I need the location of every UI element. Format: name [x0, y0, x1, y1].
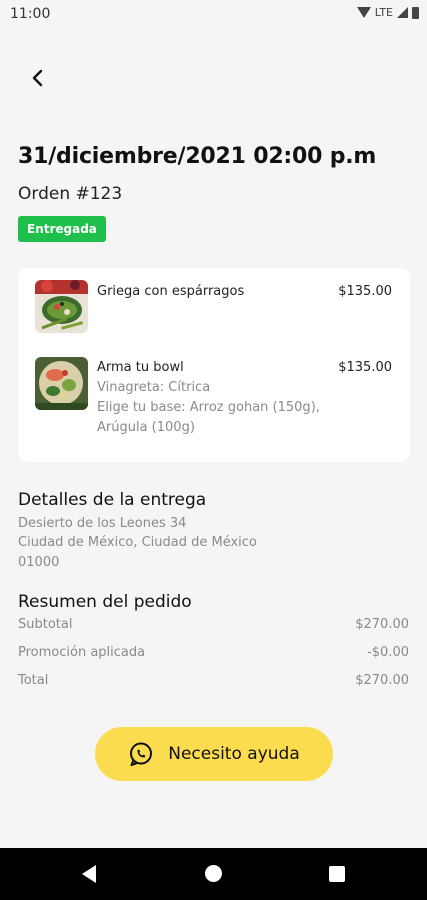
navigation-bar: [0, 848, 427, 900]
status-badge: Entregada: [18, 216, 106, 242]
status-time: 11:00: [10, 6, 51, 22]
nav-recents-icon[interactable]: [329, 866, 345, 882]
status-icons: LTE: [356, 6, 419, 19]
total-label: Total: [18, 673, 49, 688]
item-price: $135.00: [338, 284, 392, 299]
network-label: LTE: [374, 6, 393, 19]
item-name: Arma tu bowl: [97, 360, 184, 375]
subtotal-value: $270.00: [355, 617, 409, 632]
salad-image: [35, 280, 88, 333]
promotion-label: Promoción aplicada: [18, 645, 146, 660]
whatsapp-icon: [130, 742, 153, 766]
order-number: Orden #123: [18, 184, 123, 204]
address-line: Desierto de los Leones 34: [18, 516, 187, 531]
item-detail: Elige tu base: Arroz gohan (150g),: [97, 400, 320, 415]
item-detail: Vinagreta: Cítrica: [97, 380, 211, 395]
wifi-icon: [356, 7, 371, 18]
nav-back-icon[interactable]: [82, 865, 96, 883]
order-datetime: 31/diciembre/2021 02:00 p.m: [18, 144, 377, 169]
address-line: 01000: [18, 555, 60, 570]
address-line: Ciudad de México, Ciudad de México: [18, 535, 257, 550]
back-arrow-icon: [32, 69, 43, 87]
status-bar: 11:00 LTE: [0, 0, 427, 28]
summary-title: Resumen del pedido: [18, 592, 192, 612]
delivery-title: Detalles de la entrega: [18, 490, 207, 510]
total-value: $270.00: [355, 673, 409, 688]
order-items-card: Griega con espárragos $135.00 Arma tu bo…: [18, 268, 410, 462]
item-price: $135.00: [338, 360, 392, 375]
battery-icon: [412, 6, 419, 19]
signal-icon: [397, 7, 408, 18]
help-button-label: Necesito ayuda: [168, 744, 300, 764]
item-detail: Arúgula (100g): [97, 420, 195, 435]
item-name: Griega con espárragos: [97, 284, 245, 299]
promotion-value: -$0.00: [367, 645, 409, 660]
help-button[interactable]: Necesito ayuda: [95, 727, 333, 781]
bowl-image: [35, 357, 88, 410]
back-button[interactable]: [24, 64, 52, 92]
nav-home-icon[interactable]: [205, 865, 222, 882]
subtotal-label: Subtotal: [18, 617, 73, 632]
